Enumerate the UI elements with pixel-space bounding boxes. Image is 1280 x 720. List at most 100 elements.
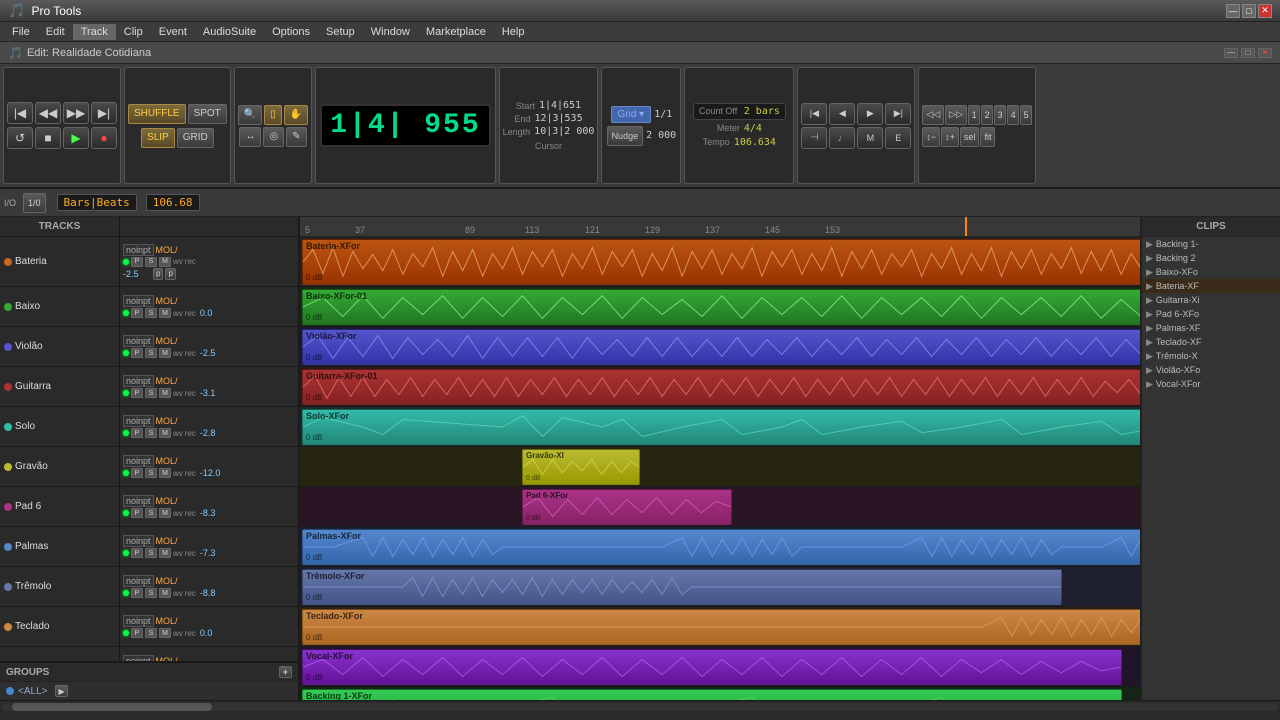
- lane-violao[interactable]: Violão-XFor 0 dB: [300, 327, 1140, 367]
- bottom-scrollbar[interactable]: [0, 700, 1280, 712]
- grid-edit-btn[interactable]: GRID: [177, 128, 214, 148]
- menu-edit[interactable]: Edit: [38, 24, 73, 40]
- clip-guitarra[interactable]: Guitarra-XFor-01 0 dB: [302, 369, 1140, 405]
- bateria-p-btn[interactable]: P: [131, 257, 143, 267]
- violao-p-btn[interactable]: P: [131, 348, 143, 358]
- palmas-m-btn[interactable]: M: [159, 548, 171, 558]
- forward-end-btn[interactable]: ▶|: [91, 102, 117, 124]
- lane-guitarra[interactable]: Guitarra-XFor-01 0 dB: [300, 367, 1140, 407]
- clip-palmas[interactable]: Palmas-XFor 0 dB: [302, 529, 1140, 565]
- clip-violao[interactable]: Violão-XFor 0 dB: [302, 329, 1140, 365]
- clip-list-item-2[interactable]: ▶ Backing 2: [1142, 251, 1280, 265]
- play-btn[interactable]: ▶: [63, 127, 89, 149]
- clip-list-item-4[interactable]: ▶ Bateria-XF: [1142, 279, 1280, 293]
- track-item-violao[interactable]: Violão: [0, 327, 120, 367]
- zoom-num1-btn[interactable]: 1: [968, 105, 980, 125]
- loop-btn[interactable]: ↺: [7, 127, 33, 149]
- clip-list-item-7[interactable]: ▶ Palmas-XF: [1142, 321, 1280, 335]
- bateria-pan-right[interactable]: p: [165, 268, 175, 280]
- rewind-btn[interactable]: ◀◀: [35, 102, 61, 124]
- clip-gravao[interactable]: Gravão-XI 0 dB: [522, 449, 640, 485]
- menu-help[interactable]: Help: [494, 24, 533, 40]
- baixo-m-btn[interactable]: M: [159, 308, 171, 318]
- lane-backing1[interactable]: Backing 1-XFor 0 dB: [300, 687, 1140, 700]
- solo-s-btn[interactable]: S: [145, 428, 157, 438]
- pad6-m-btn[interactable]: M: [159, 508, 171, 518]
- zoom-out-h-btn[interactable]: ◁◁: [922, 105, 944, 125]
- spot-btn[interactable]: SPOT: [188, 104, 227, 124]
- lane-baixo[interactable]: Baixo-XFor-01 0 dB: [300, 287, 1140, 327]
- pencil-tool-btn[interactable]: ✎: [286, 127, 306, 147]
- playhead[interactable]: [965, 217, 967, 236]
- groups-all-toggle[interactable]: ▶: [55, 685, 67, 697]
- guitarra-m-btn[interactable]: M: [159, 388, 171, 398]
- clip-list-item-6[interactable]: ▶ Pad 6-XFo: [1142, 307, 1280, 321]
- zoom-tool-btn[interactable]: 🔍: [238, 105, 262, 125]
- zoom-sel-btn[interactable]: sel: [960, 127, 980, 147]
- clip-tremolo[interactable]: Trêmolo-XFor 0 dB: [302, 569, 1062, 605]
- punch-in-btn[interactable]: ⊣: [801, 127, 827, 149]
- lane-pad6[interactable]: Pad 6-XFor 0 dB: [300, 487, 1140, 527]
- trim-tool-btn[interactable]: ↔: [239, 127, 261, 147]
- solo-p-btn[interactable]: P: [131, 428, 143, 438]
- baixo-p-btn[interactable]: P: [131, 308, 143, 318]
- clip-bateria[interactable]: Bateria-XFor 0 dB: [302, 239, 1140, 285]
- track-item-palmas[interactable]: Palmas: [0, 527, 120, 567]
- lane-bateria[interactable]: Bateria-XFor 0 dB: [300, 237, 1140, 287]
- lane-vocal[interactable]: Vocal-XFor 0 dB: [300, 647, 1140, 687]
- maximize-button[interactable]: □: [1242, 4, 1256, 18]
- midi-btn[interactable]: M: [857, 127, 883, 149]
- clip-list-item-8[interactable]: ▶ Teclado-XF: [1142, 335, 1280, 349]
- zoom-num3-btn[interactable]: 3: [994, 105, 1006, 125]
- lane-gravao[interactable]: Gravão-XI 0 dB: [300, 447, 1140, 487]
- forward-btn[interactable]: ▶▶: [63, 102, 89, 124]
- teclado-s-btn[interactable]: S: [145, 628, 157, 638]
- slip-btn[interactable]: SLIP: [141, 128, 175, 148]
- clip-teclado[interactable]: Teclado-XFor 0 dB: [302, 609, 1140, 645]
- clips-list[interactable]: ▶ Backing 1- ▶ Backing 2 ▶ Baixo-XFo ▶ B…: [1142, 237, 1280, 700]
- menu-options[interactable]: Options: [264, 24, 318, 40]
- clip-list-item-9[interactable]: ▶ Trêmolo-X: [1142, 349, 1280, 363]
- menu-window[interactable]: Window: [363, 24, 418, 40]
- menu-event[interactable]: Event: [151, 24, 195, 40]
- bateria-s-btn[interactable]: S: [145, 257, 157, 267]
- bateria-pan-p[interactable]: p: [153, 268, 163, 280]
- nudge-button[interactable]: Nudge: [607, 126, 644, 146]
- zoom-num2-btn[interactable]: 2: [981, 105, 993, 125]
- clip-list-item-1[interactable]: ▶ Backing 1-: [1142, 237, 1280, 251]
- scrub-tool-btn[interactable]: ◎: [263, 127, 284, 147]
- clip-pad6[interactable]: Pad 6-XFor 0 dB: [522, 489, 732, 525]
- clip-backing1[interactable]: Backing 1-XFor 0 dB: [302, 689, 1122, 700]
- lane-solo[interactable]: Solo-XFor 0 dB: [300, 407, 1140, 447]
- zoom-in-v-btn[interactable]: ↕+: [941, 127, 959, 147]
- menu-audiosuite[interactable]: AudioSuite: [195, 24, 264, 40]
- select-tool-btn[interactable]: ▯: [264, 105, 282, 125]
- zoom-in-h-btn[interactable]: ▷▷: [945, 105, 967, 125]
- lane-teclado[interactable]: Teclado-XFor 0 dB: [300, 607, 1140, 647]
- zoom-fit-btn[interactable]: fit: [980, 127, 995, 147]
- track-item-pad6[interactable]: Pad 6: [0, 487, 120, 527]
- track-item-baixo[interactable]: Baixo: [0, 287, 120, 327]
- zoom-num4-btn[interactable]: 4: [1007, 105, 1019, 125]
- track-item-bateria[interactable]: Bateria: [0, 237, 120, 287]
- gravao-s-btn[interactable]: S: [145, 468, 157, 478]
- pad6-s-btn[interactable]: S: [145, 508, 157, 518]
- violao-s-btn[interactable]: S: [145, 348, 157, 358]
- loop-back-btn[interactable]: ◀: [829, 103, 855, 125]
- rewind-start-btn[interactable]: |◀: [7, 102, 33, 124]
- tremolo-p-btn[interactable]: P: [131, 588, 143, 598]
- scroll-thumb[interactable]: [12, 703, 212, 711]
- track-item-solo[interactable]: Solo: [0, 407, 120, 447]
- guitarra-s-btn[interactable]: S: [145, 388, 157, 398]
- groups-add-btn[interactable]: +: [279, 666, 292, 678]
- loop-fwd-btn[interactable]: ▶: [857, 103, 883, 125]
- shuffle-btn[interactable]: SHUFFLE: [128, 104, 186, 124]
- minimize-button[interactable]: —: [1226, 4, 1240, 18]
- track-item-gravao[interactable]: Gravão: [0, 447, 120, 487]
- scroll-track[interactable]: [2, 703, 1278, 711]
- secondary-max-btn[interactable]: □: [1241, 48, 1255, 58]
- solo-m-btn[interactable]: M: [159, 428, 171, 438]
- menu-track[interactable]: Track: [73, 24, 116, 40]
- palmas-p-btn[interactable]: P: [131, 548, 143, 558]
- loop-start-btn[interactable]: |◀: [801, 103, 827, 125]
